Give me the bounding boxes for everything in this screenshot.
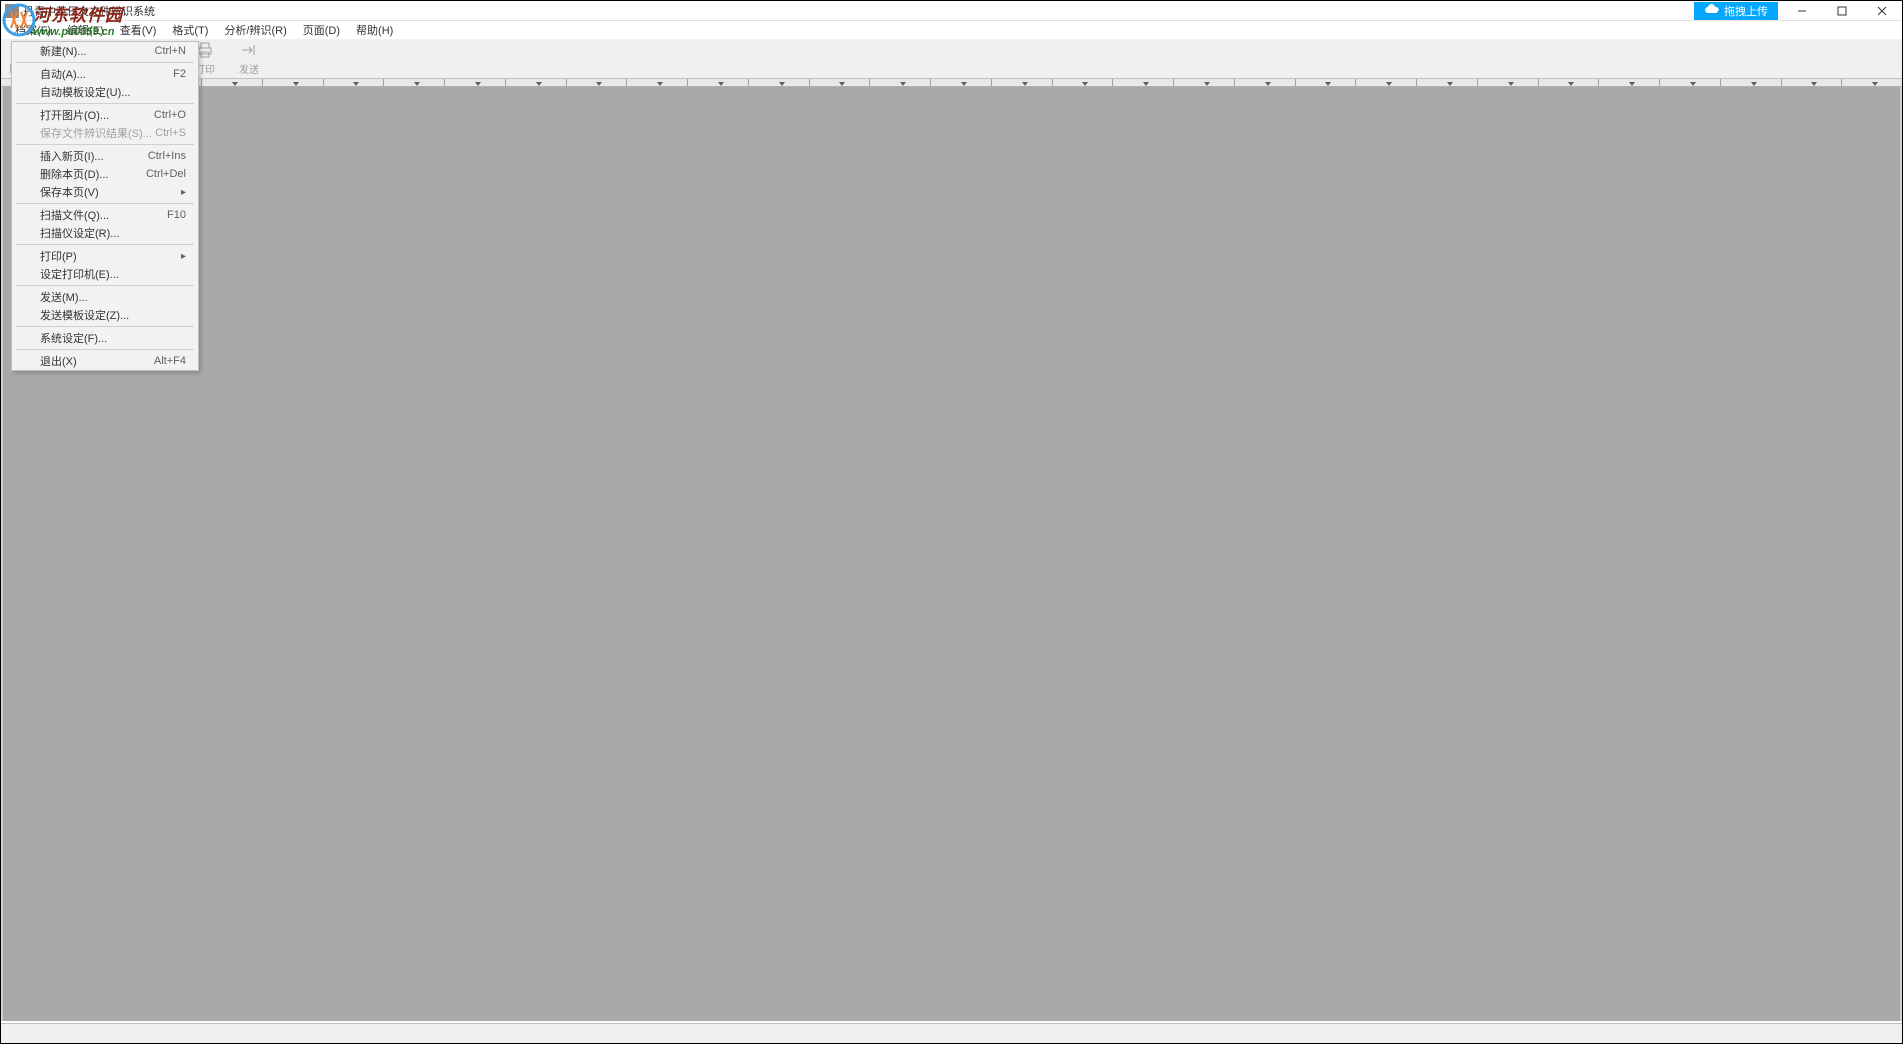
dropdown-item-label: 发送模板设定(Z)...	[40, 307, 129, 323]
dropdown-separator	[16, 285, 194, 286]
dropdown-separator	[16, 244, 194, 245]
dropdown-item-shortcut: Ctrl+Ins	[148, 150, 186, 162]
left-edge	[1, 87, 3, 1021]
menu-help[interactable]: 帮助(H)	[348, 20, 401, 40]
dropdown-item[interactable]: 发送模板设定(Z)...	[12, 306, 198, 324]
dropdown-item[interactable]: 打印(P) ▸	[12, 247, 198, 265]
dropdown-separator	[16, 62, 194, 63]
dropdown-item-label: 自动(A)...	[40, 66, 86, 82]
dropdown-item[interactable]: 扫描仪设定(R)...	[12, 224, 198, 242]
app-title: 丹青中英日文文件辨识系统	[23, 3, 155, 19]
tool-send[interactable]: 发送	[227, 40, 271, 78]
dropdown-item-shortcut: Alt+F4	[154, 355, 186, 367]
dropdown-item-label: 扫描文件(Q)...	[40, 207, 109, 223]
menubar: 档案(F) 编辑(E) 查看(V) 格式(T) 分析/辨识(R) 页面(D) 帮…	[1, 21, 1902, 39]
upload-label: 拖拽上传	[1724, 3, 1768, 19]
dropdown-item-label: 扫描仪设定(R)...	[40, 225, 119, 241]
dropdown-item-shortcut: Ctrl+S	[155, 127, 186, 139]
close-button[interactable]	[1862, 1, 1902, 21]
titlebar: 丹青中英日文文件辨识系统 拖拽上传	[1, 1, 1902, 21]
right-edge	[1900, 87, 1902, 1021]
dropdown-item-label: 新建(N)...	[40, 43, 86, 59]
dropdown-item[interactable]: 保存本页(V) ▸	[12, 183, 198, 201]
menu-edit[interactable]: 编辑(E)	[59, 20, 112, 40]
dropdown-item-shortcut: Ctrl+Del	[146, 168, 186, 180]
toolbar: 版面分析 辨识 词库校对 保存 打印 发送	[1, 39, 1902, 79]
dropdown-item-shortcut: F10	[167, 209, 186, 221]
dropdown-item-label: 系统设定(F)...	[40, 330, 107, 346]
canvas-area[interactable]	[3, 87, 1900, 1021]
dropdown-item-label: 退出(X)	[40, 353, 77, 369]
dropdown-item-label: 打开图片(O)...	[40, 107, 109, 123]
dropdown-item[interactable]: 打开图片(O)... Ctrl+O	[12, 106, 198, 124]
dropdown-item[interactable]: 新建(N)... Ctrl+N	[12, 42, 198, 60]
dropdown-separator	[16, 144, 194, 145]
dropdown-item-label: 删除本页(D)...	[40, 166, 108, 182]
dropdown-separator	[16, 326, 194, 327]
dropdown-item[interactable]: 扫描文件(Q)... F10	[12, 206, 198, 224]
upload-button[interactable]: 拖拽上传	[1694, 2, 1778, 20]
dropdown-item[interactable]: 退出(X) Alt+F4	[12, 352, 198, 370]
menu-file[interactable]: 档案(F)	[7, 20, 59, 40]
statusbar	[1, 1023, 1902, 1043]
dropdown-item-shortcut: Ctrl+O	[154, 109, 186, 121]
chevron-right-icon: ▸	[181, 251, 186, 262]
dropdown-item-label: 插入新页(I)...	[40, 148, 104, 164]
dropdown-item-label: 保存文件辨识结果(S)...	[40, 125, 152, 141]
dropdown-item-shortcut: Ctrl+N	[155, 45, 186, 57]
dropdown-separator	[16, 349, 194, 350]
tool-label: 发送	[239, 61, 259, 76]
menu-analyze[interactable]: 分析/辨识(R)	[216, 20, 294, 40]
file-dropdown-menu: 新建(N)... Ctrl+N 自动(A)... F2 自动模板设定(U)... 打开图片…	[11, 41, 199, 371]
dropdown-item[interactable]: 自动模板设定(U)...	[12, 83, 198, 101]
dropdown-item[interactable]: 插入新页(I)... Ctrl+Ins	[12, 147, 198, 165]
dropdown-item-label: 保存本页(V)	[40, 184, 99, 200]
ruler	[1, 79, 1902, 87]
menu-page[interactable]: 页面(D)	[295, 20, 348, 40]
dropdown-separator	[16, 103, 194, 104]
send-icon	[239, 41, 259, 59]
dropdown-item[interactable]: 设定打印机(E)...	[12, 265, 198, 283]
dropdown-item[interactable]: 删除本页(D)... Ctrl+Del	[12, 165, 198, 183]
dropdown-item-shortcut: F2	[173, 68, 186, 80]
menu-format[interactable]: 格式(T)	[164, 20, 216, 40]
dropdown-item-label: 自动模板设定(U)...	[40, 84, 130, 100]
cloud-icon	[1704, 3, 1720, 19]
app-icon	[5, 4, 19, 18]
dropdown-item-label: 发送(M)...	[40, 289, 88, 305]
dropdown-item[interactable]: 自动(A)... F2	[12, 65, 198, 83]
dropdown-item-label: 设定打印机(E)...	[40, 266, 119, 282]
dropdown-item[interactable]: 发送(M)...	[12, 288, 198, 306]
dropdown-item[interactable]: 系统设定(F)...	[12, 329, 198, 347]
minimize-button[interactable]	[1782, 1, 1822, 21]
maximize-button[interactable]	[1822, 1, 1862, 21]
dropdown-item-label: 打印(P)	[40, 248, 77, 264]
chevron-right-icon: ▸	[181, 187, 186, 198]
dropdown-item: 保存文件辨识结果(S)...Ctrl+S	[12, 124, 198, 142]
dropdown-separator	[16, 203, 194, 204]
menu-view[interactable]: 查看(V)	[112, 20, 165, 40]
